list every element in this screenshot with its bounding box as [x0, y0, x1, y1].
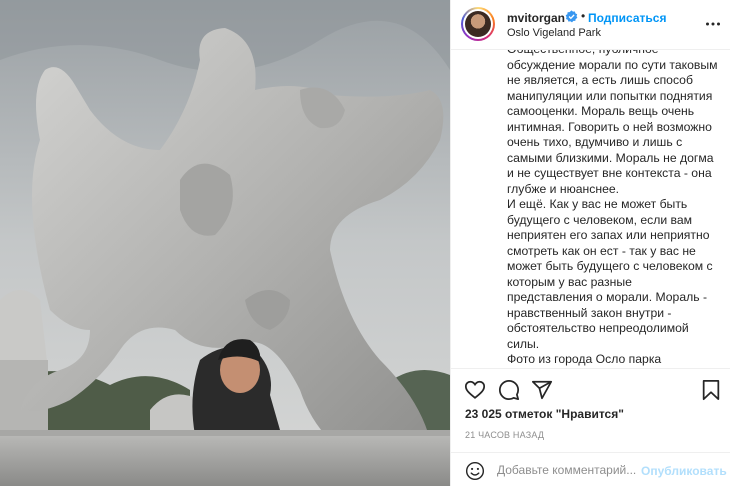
- location-link[interactable]: Oslo Vigeland Park: [507, 27, 601, 39]
- share-icon[interactable]: [531, 379, 553, 401]
- likes-count[interactable]: 23 025 отметок "Нравится": [465, 407, 624, 421]
- verified-badge-icon: [565, 10, 578, 23]
- post-header: mvitorgan • Подписаться Oslo Vigeland Pa…: [451, 0, 730, 50]
- post-timestamp[interactable]: 21 ЧАСОВ НАЗАД: [465, 430, 544, 440]
- emoji-icon[interactable]: [465, 461, 485, 481]
- comment-icon[interactable]: [498, 379, 520, 401]
- caption-text: Общественное, публичное обсуждение морал…: [507, 50, 718, 368]
- caption-scroll-area[interactable]: Общественное, публичное обсуждение морал…: [451, 50, 730, 368]
- post-photo[interactable]: [0, 0, 450, 486]
- action-bar: 23 025 отметок "Нравится" 21 ЧАСОВ НАЗАД: [451, 368, 730, 458]
- avatar[interactable]: [461, 7, 495, 41]
- bookmark-icon[interactable]: [700, 379, 722, 401]
- separator-dot: •: [581, 9, 586, 23]
- heart-icon[interactable]: [464, 379, 486, 401]
- comment-bar: Опубликовать: [451, 452, 730, 486]
- publish-button[interactable]: Опубликовать: [641, 464, 727, 478]
- more-horizontal-icon[interactable]: [705, 16, 721, 32]
- follow-button[interactable]: Подписаться: [588, 11, 666, 25]
- comment-input[interactable]: [497, 459, 637, 481]
- username-link[interactable]: mvitorgan: [507, 11, 565, 25]
- post-side-panel: mvitorgan • Подписаться Oslo Vigeland Pa…: [450, 0, 730, 486]
- sculpture-image: [0, 0, 450, 486]
